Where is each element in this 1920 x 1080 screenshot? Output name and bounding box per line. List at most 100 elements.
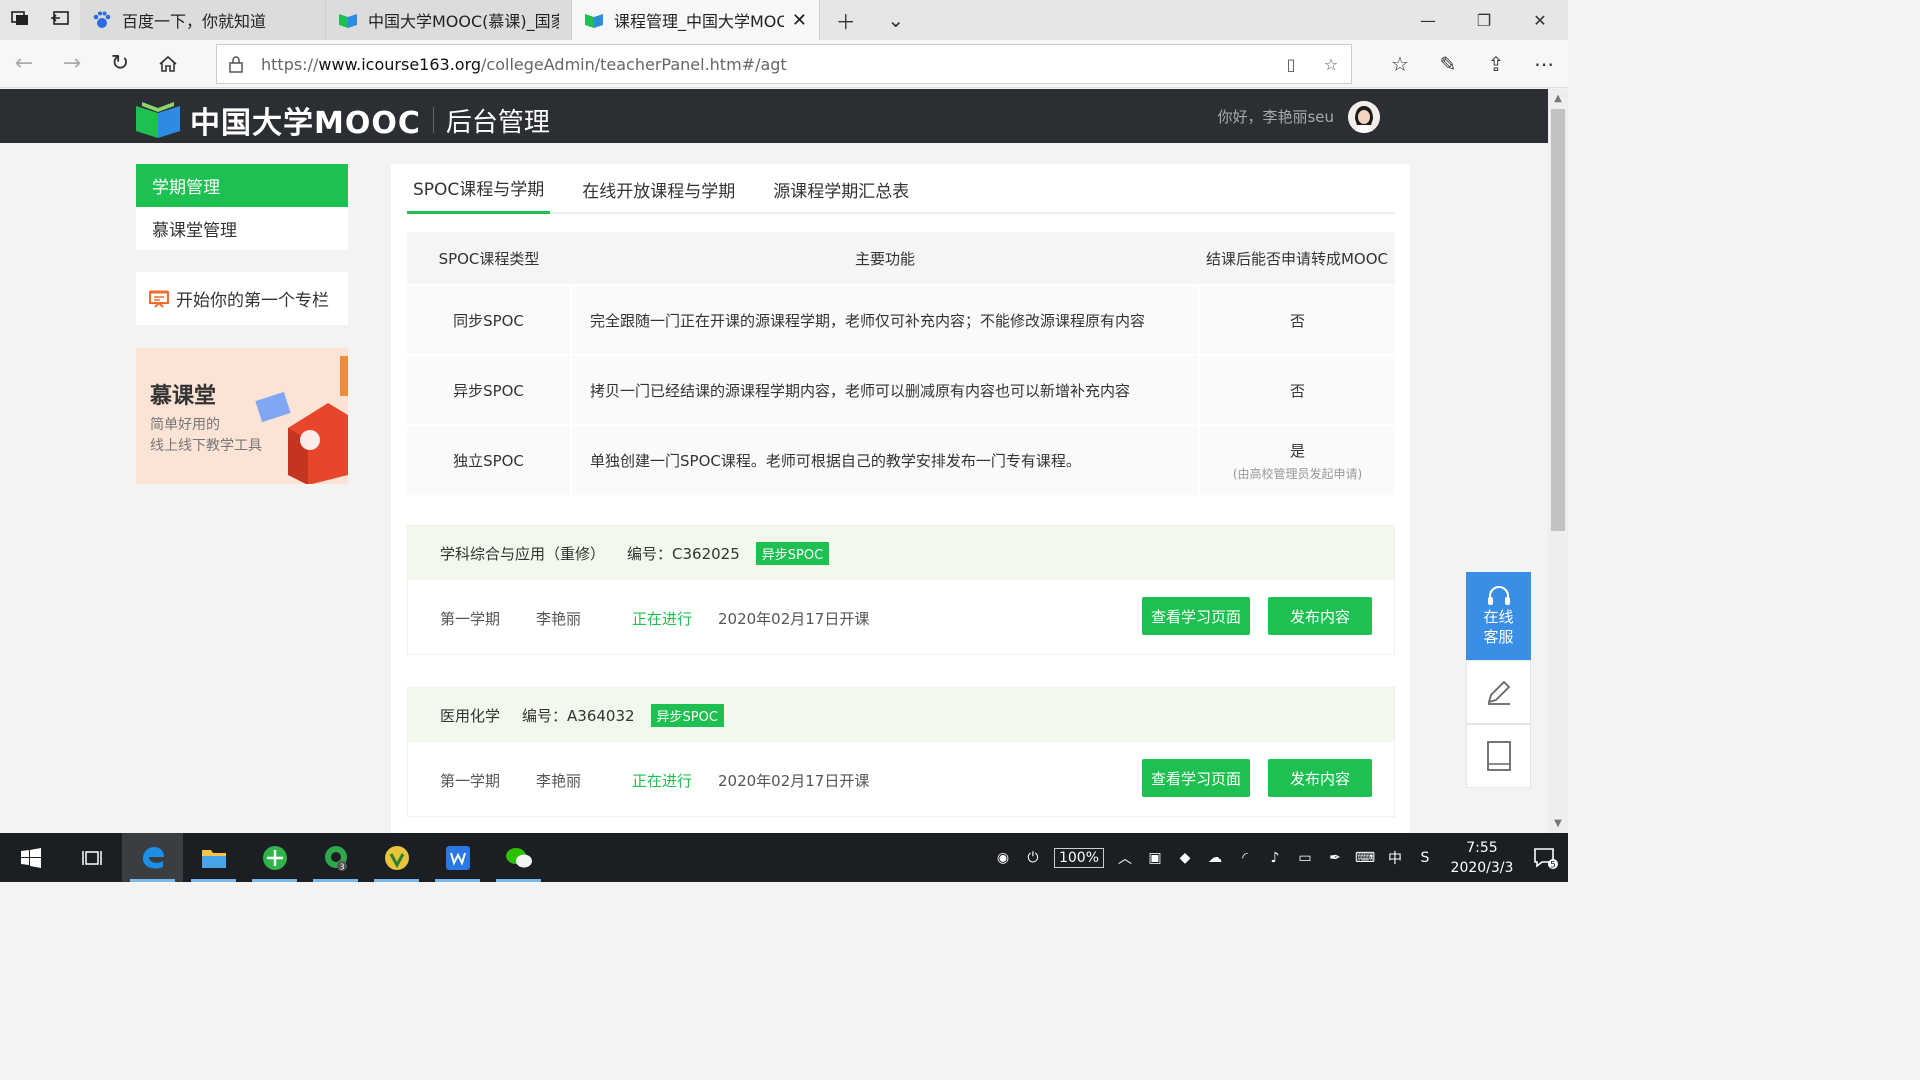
avatar[interactable] (1348, 101, 1380, 133)
url-host: www.icourse163.org (318, 54, 482, 74)
cloud-sync-icon[interactable]: ☁ (1200, 850, 1230, 866)
sidebar-menu: 学期管理 慕课堂管理 (136, 164, 348, 250)
table-header-row: SPOC课程类型 主要功能 结课后能否申请转成MOOC (407, 232, 1395, 285)
site-header: 中国大学MOOC 后台管理 你好，李艳丽seu (0, 89, 1548, 143)
ime-indicator[interactable]: 中 (1380, 848, 1410, 868)
course-card: 学科综合与应用（重修） 编号：C362025 异步SPOC 第一学期 李艳丽 正… (407, 525, 1395, 655)
spoc-convert-cell: 否 (1198, 284, 1395, 355)
tab-label: 课程管理_中国大学MOOC (614, 12, 784, 31)
volume-icon[interactable]: ♪ (1260, 850, 1290, 866)
course-name[interactable]: 学科综合与应用（重修） (440, 543, 605, 564)
site-logo[interactable]: 中国大学MOOC 后台管理 (136, 98, 550, 142)
start-column-link[interactable]: 开始你的第一个专栏 (136, 272, 348, 325)
tab-bar-tools (0, 0, 80, 40)
tab-label: 中国大学MOOC(慕课)_国家 (368, 12, 559, 31)
baidu-paw-icon (93, 11, 111, 28)
share-icon[interactable]: ⇪ (1472, 52, 1520, 76)
promo-illustration (255, 356, 348, 484)
scroll-down-icon[interactable]: ▼ (1548, 818, 1568, 829)
minimize-icon[interactable]: — (1400, 0, 1456, 40)
promo-subtitle-1: 简单好用的 (150, 417, 220, 433)
favorite-star-icon[interactable]: ☆ (1311, 55, 1351, 74)
scroll-up-icon[interactable]: ▲ (1548, 93, 1568, 104)
convert-value: 是 (1289, 441, 1305, 460)
edge-browser-icon[interactable] (122, 833, 183, 882)
spoc-type-cell: 独立SPOC (407, 424, 571, 495)
favorites-list-icon[interactable]: ☆ (1376, 52, 1424, 76)
page-scrollbar[interactable]: ▲ ▼ (1548, 89, 1568, 833)
pen-notes-icon[interactable]: ✎ (1424, 52, 1472, 76)
security-app-icon[interactable] (366, 833, 427, 882)
sidebar-item-classroom-management[interactable]: 慕课堂管理 (136, 207, 348, 250)
tab-restore-icon[interactable] (50, 10, 70, 30)
term-start-date: 2020年02月17日开课 (718, 609, 870, 628)
user-greeting[interactable]: 你好，李艳丽seu (1217, 106, 1334, 127)
table-row: 同步SPOC 完全跟随一门正在开课的源课程学期，老师仅可补充内容；不能修改源课程… (407, 284, 1395, 355)
wps-writer-icon[interactable] (427, 833, 488, 882)
browser-tab-course-admin[interactable]: 课程管理_中国大学MOOC ✕ (572, 0, 820, 40)
home-icon[interactable] (144, 40, 192, 88)
new-tab-icon[interactable]: ＋ (836, 6, 856, 35)
spoc-type-cell: 异步SPOC (407, 354, 571, 425)
battery-icon[interactable]: ▭ (1290, 850, 1320, 866)
tab-source-summary[interactable]: 源课程学期汇总表 (767, 164, 915, 214)
publish-content-button[interactable]: 发布内容 (1268, 759, 1372, 797)
view-study-page-button[interactable]: 查看学习页面 (1142, 759, 1250, 797)
wechat-icon[interactable] (488, 833, 549, 882)
forward-icon[interactable]: → (48, 40, 96, 88)
wifi-icon[interactable]: ◜ (1230, 850, 1260, 866)
teacher-name: 李艳丽 (536, 609, 582, 628)
sogou-ime-icon[interactable]: S (1410, 850, 1440, 866)
url-path: /collegeAdmin/teacherPanel.htm#/agt (481, 54, 787, 74)
back-icon[interactable]: ← (0, 40, 48, 88)
360-browser-icon[interactable] (244, 833, 305, 882)
show-hidden-icons-chevron-icon[interactable]: ︿ (1110, 848, 1140, 868)
scrollbar-thumb[interactable] (1551, 109, 1565, 531)
tab-set-aside-icon[interactable] (10, 10, 29, 30)
tray-app-icon[interactable]: ◉ (988, 850, 1018, 866)
mobile-app-button[interactable] (1466, 724, 1531, 788)
chevron-down-icon[interactable]: ⌄ (887, 8, 904, 32)
tab-spoc-courses[interactable]: SPOC课程与学期 (407, 164, 551, 214)
online-service-button[interactable]: 在线 客服 (1466, 572, 1531, 660)
task-view-icon[interactable] (61, 833, 122, 882)
power-plug-icon[interactable]: ⏻ (1018, 850, 1048, 866)
browser-tab-baidu[interactable]: 百度一下，你就知道 (80, 0, 326, 40)
more-menu-icon[interactable]: ⋯ (1520, 52, 1568, 76)
term-name: 第一学期 (440, 609, 501, 628)
tray-camera-icon[interactable]: ▣ (1140, 850, 1170, 866)
course-name[interactable]: 医用化学 (440, 705, 500, 726)
battery-indicator[interactable]: 100% (1053, 847, 1104, 868)
windows-start-icon[interactable] (0, 833, 61, 882)
tray-qq-icon[interactable]: ◆ (1170, 850, 1200, 866)
refresh-icon[interactable]: ↻ (96, 40, 144, 88)
tab-open-courses[interactable]: 在线开放课程与学期 (576, 164, 741, 214)
pencil-icon (1487, 680, 1510, 705)
term-status: 正在进行 (632, 771, 693, 790)
sidebar-item-term-management[interactable]: 学期管理 (136, 164, 348, 207)
term-start-date: 2020年02月17日开课 (718, 771, 870, 790)
tab-label: 百度一下，你就知道 (122, 12, 267, 31)
browser-tab-mooc-home[interactable]: 中国大学MOOC(慕课)_国家 (326, 0, 572, 40)
file-explorer-icon[interactable] (183, 833, 244, 882)
view-study-page-button[interactable]: 查看学习页面 (1142, 597, 1250, 635)
promo-title: 慕课堂 (150, 384, 217, 409)
tablet-icon (1486, 741, 1511, 771)
column-header: SPOC课程类型 (407, 232, 571, 285)
pen-workspace-icon[interactable]: ✒ (1320, 850, 1350, 866)
touch-keyboard-icon[interactable]: ⌨ (1350, 850, 1380, 866)
spoc-type-cell: 同步SPOC (407, 284, 571, 355)
close-tab-icon[interactable]: ✕ (792, 10, 807, 31)
feedback-button[interactable] (1466, 660, 1531, 724)
url-text: https://www.icourse163.org/collegeAdmin/… (255, 55, 1271, 74)
system-clock[interactable]: 7:55 2020/3/3 (1440, 838, 1524, 878)
mooc-classroom-promo-banner[interactable]: 慕课堂 简单好用的 线上线下教学工具 (136, 348, 348, 484)
url-input[interactable]: https://www.icourse163.org/collegeAdmin/… (216, 44, 1352, 84)
reading-view-icon[interactable]: ▯ (1271, 55, 1311, 74)
course-type-badge: 异步SPOC (755, 541, 830, 565)
close-window-icon[interactable]: ✕ (1512, 0, 1568, 40)
action-center-icon[interactable]: 5 (1524, 846, 1568, 870)
restore-window-icon[interactable]: ❐ (1456, 0, 1512, 40)
publish-content-button[interactable]: 发布内容 (1268, 597, 1372, 635)
chat-app-icon[interactable]: 3 (305, 833, 366, 882)
